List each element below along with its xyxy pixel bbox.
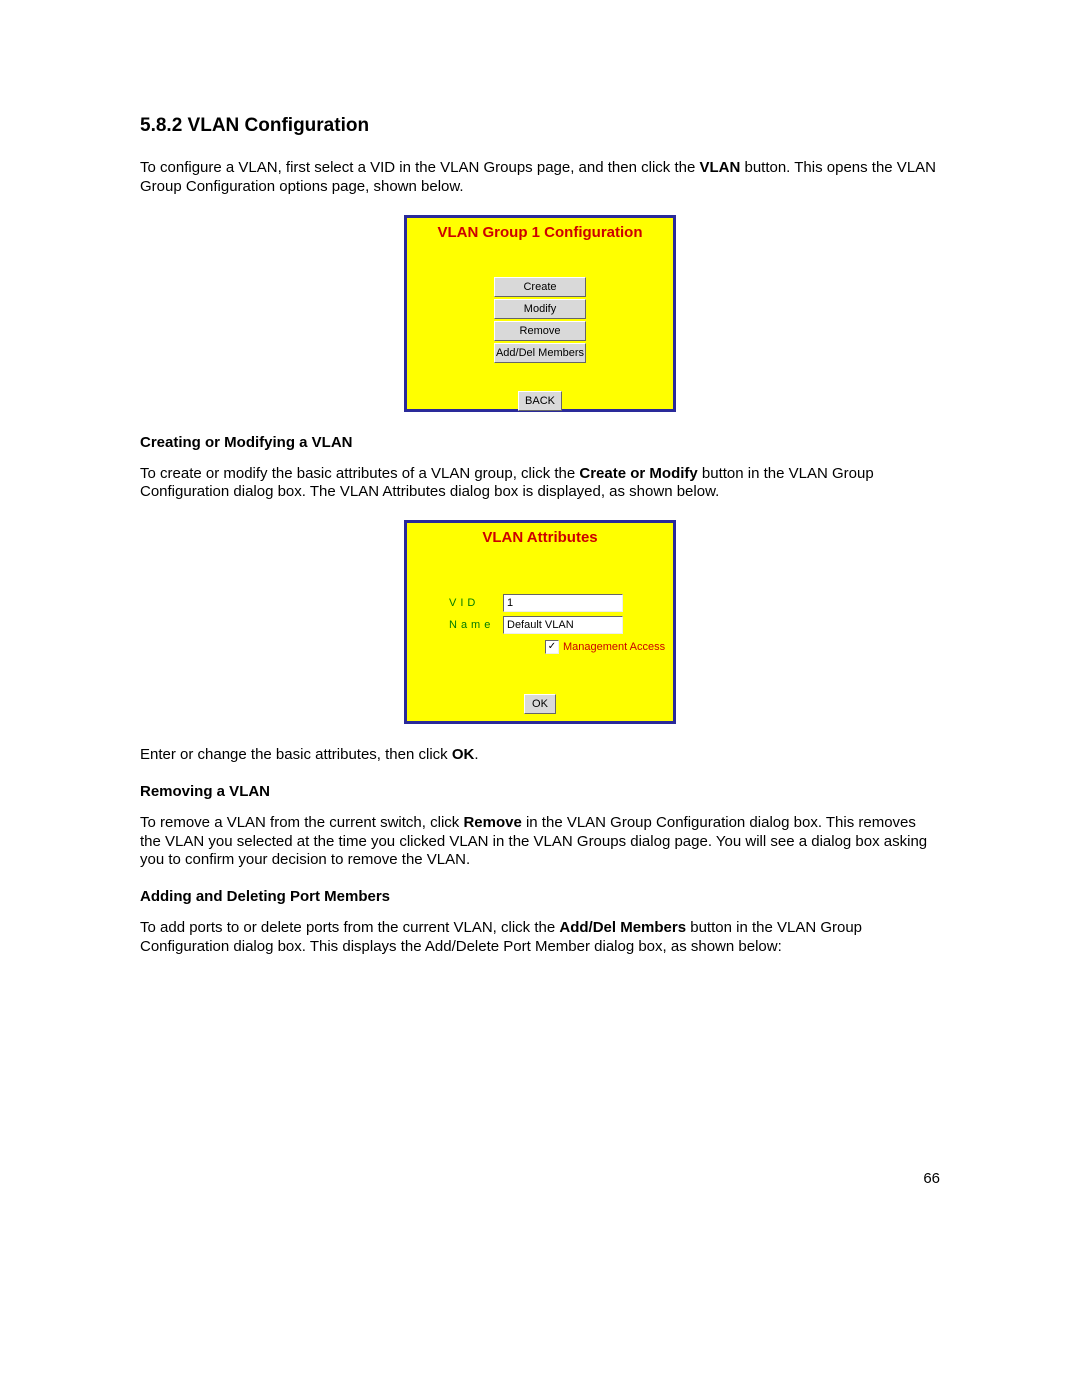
section-title: 5.8.2 VLAN Configuration	[140, 115, 940, 137]
dialog2-wrap: VLAN Attributes VID 1 Name Default VLAN …	[140, 520, 940, 724]
create-button[interactable]: Create	[494, 277, 586, 297]
dialog1-back-row: BACK	[407, 391, 673, 411]
vlan-group-config-dialog: VLAN Group 1 Configuration Create Modify…	[404, 215, 676, 412]
vid-input[interactable]: 1	[503, 594, 623, 612]
sub2-pre: To remove a VLAN from the current switch…	[140, 814, 463, 831]
name-label: Name	[449, 619, 503, 631]
dialog1-button-stack: Create Modify Remove Add/Del Members	[407, 277, 673, 363]
intro-text-pre: To configure a VLAN, first select a VID …	[140, 159, 699, 176]
after-d2-pre: Enter or change the basic attributes, th…	[140, 746, 452, 763]
dialog1-title: VLAN Group 1 Configuration	[407, 218, 673, 241]
sub2-paragraph: To remove a VLAN from the current switch…	[140, 814, 940, 870]
back-button[interactable]: BACK	[518, 391, 562, 411]
mgmt-access-row: ✓ Management Access	[545, 640, 673, 654]
sub1-bold: Create or Modify	[579, 465, 697, 482]
vid-row: VID 1	[449, 592, 673, 614]
sub1-heading: Creating or Modifying a VLAN	[140, 434, 940, 451]
document-page: 5.8.2 VLAN Configuration To configure a …	[0, 0, 1080, 1397]
sub1-pre: To create or modify the basic attributes…	[140, 465, 579, 482]
sub3-pre: To add ports to or delete ports from the…	[140, 919, 559, 936]
sub2-heading: Removing a VLAN	[140, 783, 940, 800]
sub3-paragraph: To add ports to or delete ports from the…	[140, 919, 940, 957]
sub1-paragraph: To create or modify the basic attributes…	[140, 465, 940, 503]
page-number: 66	[923, 1170, 940, 1187]
name-input[interactable]: Default VLAN	[503, 616, 623, 634]
remove-button[interactable]: Remove	[494, 321, 586, 341]
dialog1-wrap: VLAN Group 1 Configuration Create Modify…	[140, 215, 940, 412]
sub2-bold: Remove	[463, 814, 521, 831]
sub3-bold: Add/Del Members	[559, 919, 686, 936]
vid-label: VID	[449, 597, 503, 609]
after-d2-post: .	[474, 746, 478, 763]
dialog2-ok-row: OK	[407, 694, 673, 714]
vlan-attributes-dialog: VLAN Attributes VID 1 Name Default VLAN …	[404, 520, 676, 724]
after-d2-paragraph: Enter or change the basic attributes, th…	[140, 746, 940, 765]
name-row: Name Default VLAN	[449, 614, 673, 636]
after-d2-bold: OK	[452, 746, 475, 763]
ok-button[interactable]: OK	[524, 694, 556, 714]
mgmt-access-checkbox[interactable]: ✓	[545, 640, 559, 654]
mgmt-access-label: Management Access	[563, 641, 665, 653]
dialog2-title: VLAN Attributes	[407, 523, 673, 546]
intro-paragraph: To configure a VLAN, first select a VID …	[140, 159, 940, 197]
intro-text-bold: VLAN	[699, 159, 740, 176]
sub3-heading: Adding and Deleting Port Members	[140, 888, 940, 905]
modify-button[interactable]: Modify	[494, 299, 586, 319]
add-del-members-button[interactable]: Add/Del Members	[494, 343, 586, 363]
dialog2-form: VID 1 Name Default VLAN ✓ Management Acc…	[407, 592, 673, 654]
